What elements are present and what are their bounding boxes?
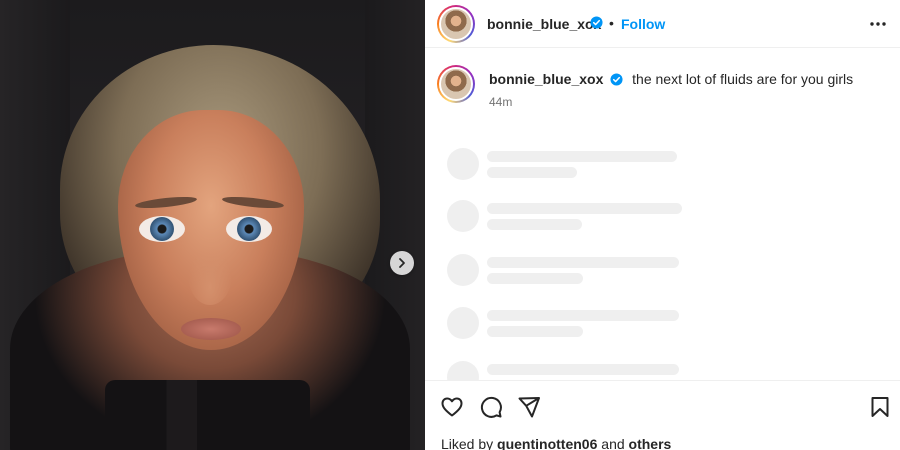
photo-lips [181,318,241,340]
next-image-button[interactable] [390,251,414,275]
likes-summary: Liked by quentinotten06 and others [441,436,671,450]
likes-prefix: Liked by [441,436,494,450]
bookmark-icon[interactable] [868,395,892,419]
caption-username[interactable]: bonnie_blue_xox [489,71,603,87]
liked-by-user-link[interactable]: quentinotten06 [497,436,597,450]
likes-others-link[interactable]: others [629,436,672,450]
post-side-panel: bonnie_blue_xox • Follow bonnie_blue_xox… [425,0,900,450]
chevron-right-icon [399,258,405,268]
avatar[interactable] [437,5,475,43]
post-image [0,0,425,450]
heart-icon[interactable] [440,395,464,419]
action-bar: Liked by quentinotten06 and others [425,380,900,450]
verified-badge-icon [590,16,603,29]
verified-badge-icon [610,73,623,86]
caption-avatar[interactable] [437,65,475,103]
more-options-icon[interactable] [868,14,888,34]
post-timestamp[interactable]: 44m [489,95,512,109]
photo-left-eye [139,216,185,242]
comment-icon[interactable] [479,395,503,419]
photo-nose [188,245,232,305]
photo-right-eye [226,216,272,242]
caption-text: the next lot of fluids are for you girls [632,71,854,87]
paper-plane-icon[interactable] [517,395,541,419]
header-username[interactable]: bonnie_blue_xox [487,16,601,32]
post-header: bonnie_blue_xox • Follow [425,0,900,48]
likes-conjunction: and [601,436,625,450]
separator-dot: • [609,15,614,31]
follow-button[interactable]: Follow [621,16,665,32]
caption-line: bonnie_blue_xox the next lot of fluids a… [489,71,853,87]
photo-legs [105,380,310,450]
